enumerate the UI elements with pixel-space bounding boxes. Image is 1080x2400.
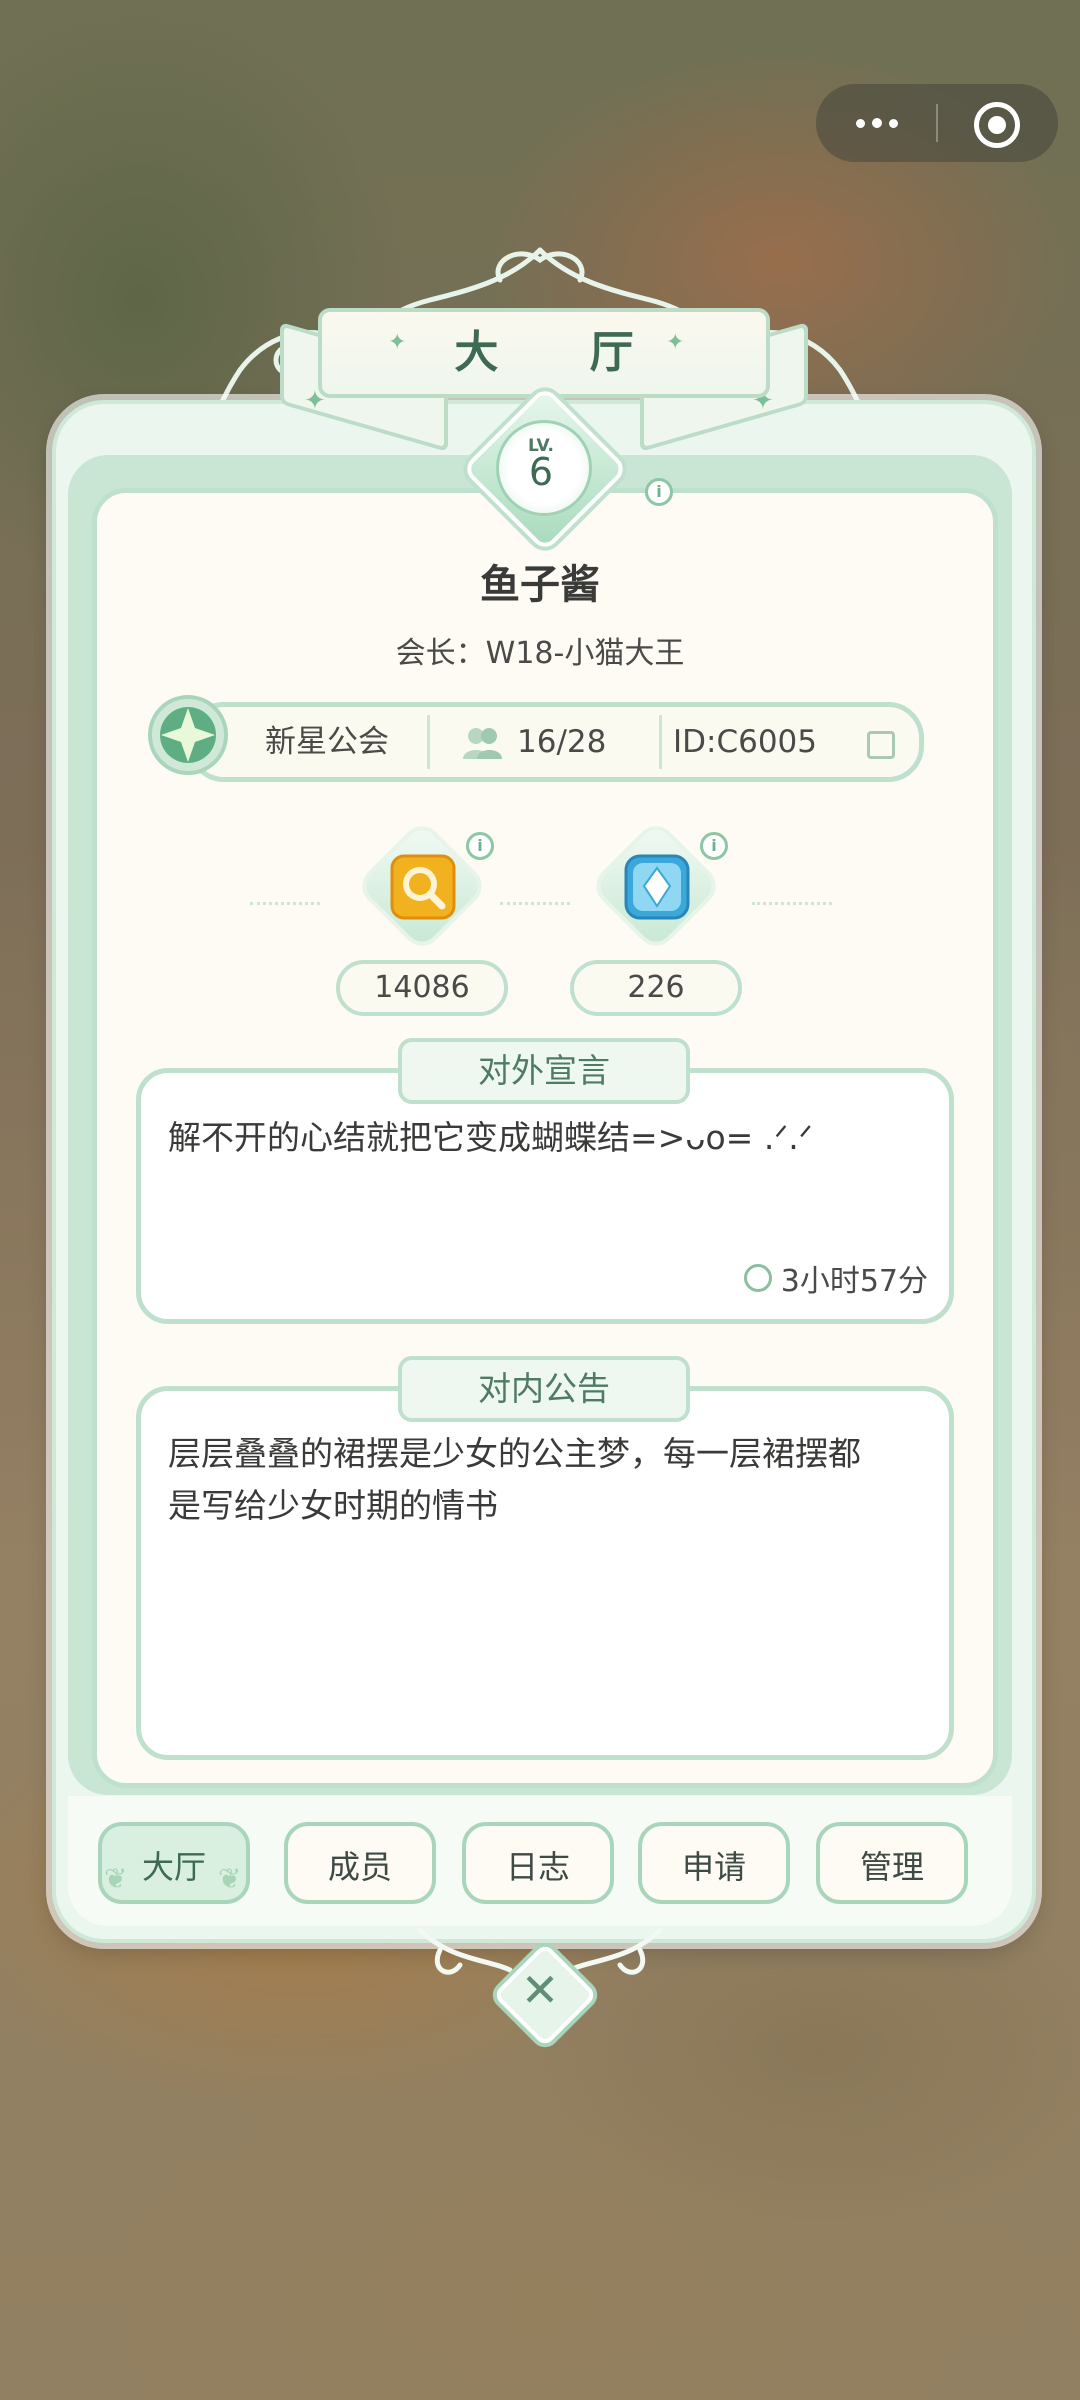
magnifier-coin-icon	[390, 854, 456, 920]
dotted-divider	[752, 902, 832, 905]
clock-icon	[744, 1264, 772, 1292]
blue-crystal-icon	[624, 854, 690, 920]
more-dots-icon[interactable]	[816, 84, 934, 162]
leaf-icon: ❦	[104, 1862, 128, 1895]
members-icon	[463, 728, 502, 759]
mini-program-capsule	[816, 84, 1058, 162]
dotted-divider	[500, 902, 570, 905]
copy-icon[interactable]	[867, 731, 895, 759]
info-icon[interactable]: i	[466, 832, 494, 860]
dotted-divider	[250, 902, 320, 905]
page-title: 大 厅	[454, 327, 672, 378]
internal-notice-title: 对内公告	[398, 1356, 690, 1422]
member-count: 16/28	[517, 724, 607, 760]
sparkle-icon: ✦	[666, 330, 685, 355]
guild-emblem-icon	[148, 695, 228, 775]
tab-members[interactable]: 成员	[284, 1822, 436, 1904]
guild-id: ID:C6005	[673, 724, 817, 760]
currency-value: 14086	[336, 960, 508, 1016]
tab-log[interactable]: 日志	[462, 1822, 614, 1904]
info-icon[interactable]: i	[700, 832, 728, 860]
tab-manage[interactable]: 管理	[816, 1822, 968, 1904]
sparkle-icon: ✦	[388, 330, 407, 355]
guild-level-badge: LV. 6	[461, 385, 629, 553]
currency-value: 226	[570, 960, 742, 1016]
guild-leader: 会长：W18-小猫大王	[395, 636, 685, 671]
internal-notice-line: 层层叠叠的裙摆是少女的公主梦，每一层裙摆都	[168, 1434, 861, 1473]
title-banner: 大 厅	[318, 308, 770, 398]
internal-notice-line: 是写给少女时期的情书	[168, 1486, 498, 1525]
level-number: 6	[528, 450, 554, 494]
close-icon: ✕	[520, 1963, 560, 2017]
info-icon[interactable]: i	[645, 478, 673, 506]
guild-info-bar: 新星公会 16/28 ID:C6005	[188, 702, 924, 782]
tab-applications[interactable]: 申请	[638, 1822, 790, 1904]
external-declaration-title: 对外宣言	[398, 1038, 690, 1104]
guild-name: 鱼子酱	[480, 562, 600, 608]
guild-type: 新星公会	[265, 724, 389, 760]
declaration-time: 3小时57分	[780, 1264, 928, 1299]
external-declaration-text: 解不开的心结就把它变成蝴蝶结=>ᴗo= .ᐟ.ᐟ	[168, 1118, 813, 1157]
close-button[interactable]: ✕	[490, 1940, 598, 2048]
target-circle-icon[interactable]	[938, 84, 1056, 162]
leaf-icon: ❦	[218, 1862, 242, 1895]
